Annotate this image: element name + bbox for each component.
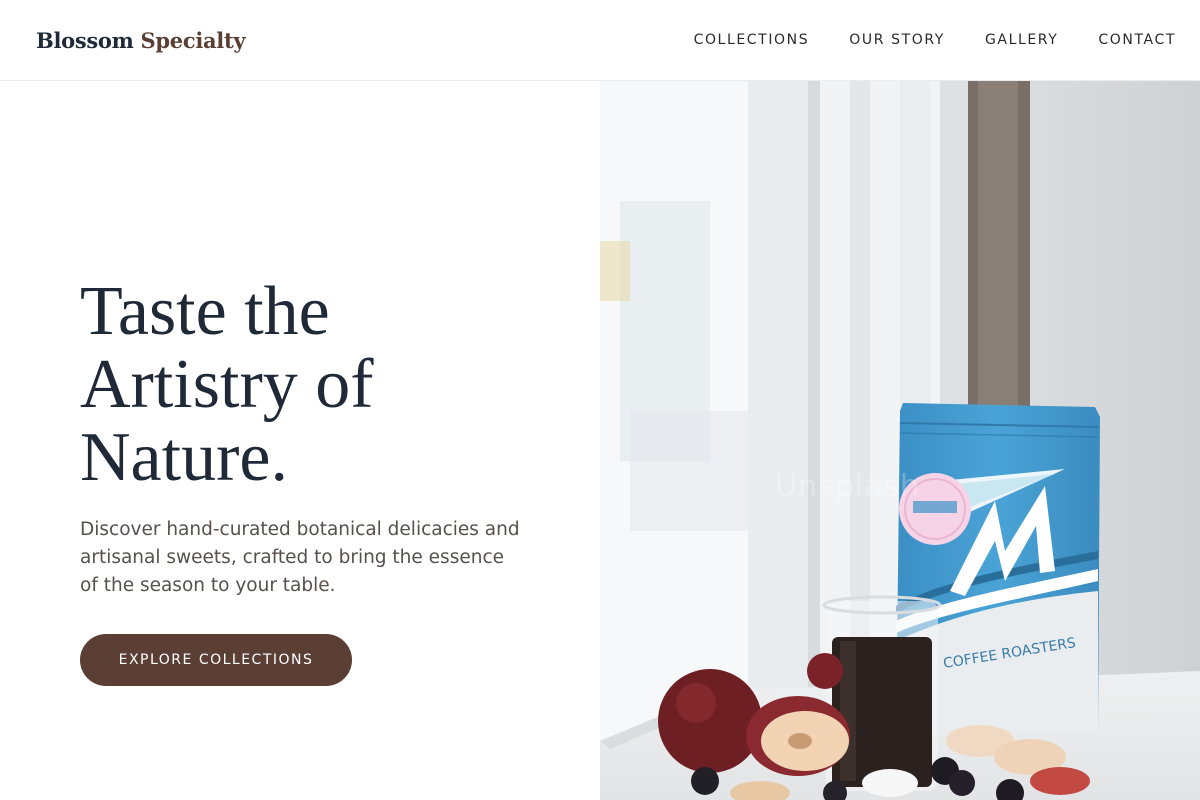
hero-photo-illustration: COFFEE ROASTERS: [600, 81, 1200, 800]
site-header: Blossom Specialty COLLECTIONS OUR STORY …: [0, 0, 1200, 81]
hero-title-line-1: Taste the: [80, 273, 330, 350]
explore-collections-button[interactable]: EXPLORE COLLECTIONS: [80, 634, 352, 686]
hero-title: Taste the Artistry of Nature.: [80, 275, 550, 494]
nav-link-contact[interactable]: CONTACT: [1098, 32, 1176, 48]
site-logo[interactable]: Blossom Specialty: [36, 27, 246, 53]
hero-title-line-2: Artistry of: [80, 346, 374, 423]
hero-description: Discover hand-curated botanical delicaci…: [80, 519, 520, 596]
main-nav: COLLECTIONS OUR STORY GALLERY CONTACT: [694, 32, 1176, 48]
nav-link-gallery[interactable]: GALLERY: [985, 32, 1058, 48]
logo-word-2: Specialty: [140, 27, 246, 53]
hero-image: COFFEE ROASTERS Unsplash: [600, 81, 1200, 800]
hero-title-line-3: Nature.: [80, 419, 288, 496]
hero-content: Taste the Artistry of Nature. Discover h…: [80, 275, 550, 686]
nav-link-collections[interactable]: COLLECTIONS: [694, 32, 810, 48]
nav-link-our-story[interactable]: OUR STORY: [849, 32, 945, 48]
photo-watermark: Unsplash: [775, 469, 921, 504]
logo-word-1: Blossom: [36, 27, 134, 53]
